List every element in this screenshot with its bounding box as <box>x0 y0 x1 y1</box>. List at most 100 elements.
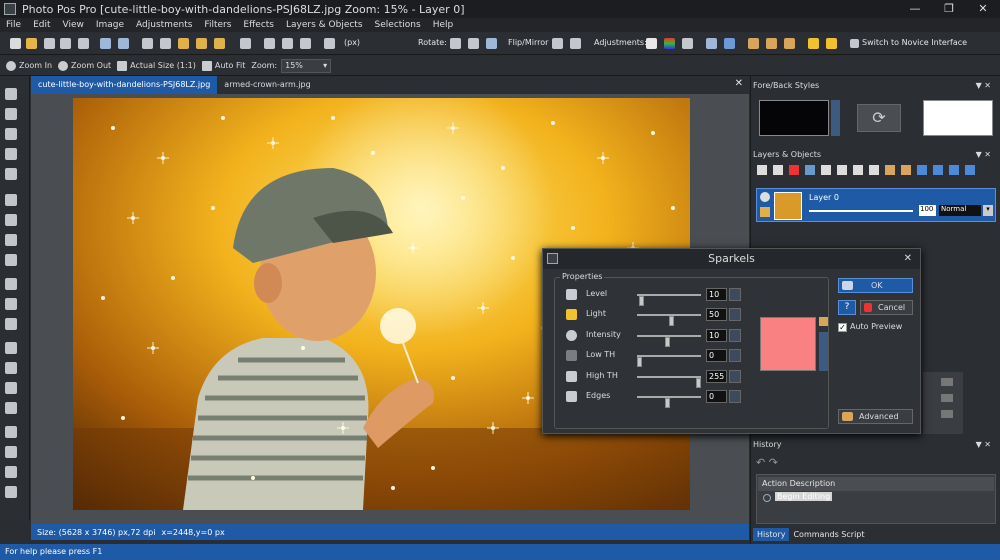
more-button[interactable] <box>941 378 953 386</box>
text-tool-icon[interactable] <box>5 278 17 290</box>
move-top-icon[interactable] <box>965 165 975 175</box>
high-th-slider[interactable] <box>637 376 701 388</box>
help-button[interactable]: ? <box>838 300 856 315</box>
move-down-icon[interactable] <box>917 165 927 175</box>
slider-thumb[interactable] <box>665 337 671 347</box>
layer-style-icon[interactable] <box>869 165 879 175</box>
menu-effects[interactable]: Effects <box>237 20 280 30</box>
star-icon[interactable] <box>808 38 819 49</box>
lasso-tool-icon[interactable] <box>5 234 17 246</box>
history-item[interactable]: Begin Editing <box>775 492 833 501</box>
photo-filter-icon[interactable] <box>784 38 795 49</box>
intensity-slider[interactable] <box>637 335 701 347</box>
menu-filters[interactable]: Filters <box>198 20 237 30</box>
eraser-tool-icon[interactable] <box>5 382 17 394</box>
novice-switch-icon[interactable] <box>850 39 859 48</box>
move-bottom-icon[interactable] <box>933 165 943 175</box>
menu-file[interactable]: File <box>0 20 27 30</box>
duplicate-layer-icon[interactable] <box>773 165 783 175</box>
level-spin-button[interactable] <box>729 288 741 301</box>
stamp-tool-icon[interactable] <box>5 426 17 438</box>
grid-icon[interactable] <box>264 38 275 49</box>
switch-novice-button[interactable]: Switch to Novice Interface <box>862 38 967 47</box>
photo-adjust-icon[interactable] <box>748 38 759 49</box>
menu-image[interactable]: Image <box>90 20 130 30</box>
shape-tool-icon[interactable] <box>5 298 17 310</box>
magic-wand-tool-icon[interactable] <box>5 214 17 226</box>
rotate-right-icon[interactable] <box>468 38 479 49</box>
pin-icon[interactable]: ▼ ✕ <box>976 78 991 94</box>
low-th-field[interactable]: 0 <box>706 349 727 362</box>
zoom-out-button[interactable]: Zoom Out <box>58 60 111 71</box>
red-eye-tool-icon[interactable] <box>5 466 17 478</box>
low-th-slider[interactable] <box>637 355 701 367</box>
move-tool-icon[interactable] <box>5 128 17 140</box>
close-tab-icon[interactable]: ✕ <box>735 78 743 89</box>
lightning-icon[interactable] <box>826 38 837 49</box>
zoom-dropdown[interactable]: 15% ▾ <box>281 58 332 73</box>
swap-colors-icon[interactable]: ⟳ <box>857 104 901 132</box>
zoom-in-button[interactable]: Zoom In <box>6 60 52 71</box>
levels-icon[interactable] <box>682 38 693 49</box>
photo-enhance-icon[interactable] <box>766 38 777 49</box>
light-slider[interactable] <box>637 314 701 326</box>
intensity-field[interactable]: 10 <box>706 329 727 342</box>
intensity-spin-button[interactable] <box>729 329 741 342</box>
high-th-spin-button[interactable] <box>729 370 741 383</box>
ruler-icon[interactable] <box>300 38 311 49</box>
actual-size-button[interactable]: Actual Size (1:1) <box>117 60 196 71</box>
high-th-field[interactable]: 255 <box>706 370 727 383</box>
opacity-field[interactable]: 100 <box>919 205 936 216</box>
unit-dropdown[interactable]: (px) <box>344 38 360 47</box>
copy-icon[interactable] <box>160 38 171 49</box>
open-folder-icon[interactable] <box>26 38 37 49</box>
brightness-drop-icon[interactable] <box>706 38 717 49</box>
edges-slider[interactable] <box>637 396 701 408</box>
slider-thumb[interactable] <box>696 378 701 388</box>
light-field[interactable]: 50 <box>706 308 727 321</box>
dialog-close-icon[interactable]: ✕ <box>904 249 912 269</box>
level-slider[interactable] <box>637 294 701 306</box>
rotate-left-icon[interactable] <box>450 38 461 49</box>
layer-group-icon[interactable] <box>885 165 895 175</box>
pointer-tool-icon[interactable] <box>5 88 17 100</box>
eyedropper-tool-icon[interactable] <box>5 402 17 414</box>
layer-copy-icon[interactable] <box>821 165 831 175</box>
paste-new-icon[interactable] <box>196 38 207 49</box>
blend-mode-dropdown[interactable]: Normal <box>939 205 981 216</box>
close-button[interactable]: ✕ <box>966 0 1000 18</box>
color-balance-icon[interactable] <box>664 38 675 49</box>
opacity-slider[interactable] <box>809 210 913 212</box>
menu-selections[interactable]: Selections <box>369 20 427 30</box>
save-icon[interactable] <box>44 38 55 49</box>
lock-icon[interactable] <box>760 207 770 217</box>
foreground-color-swatch[interactable] <box>759 100 829 136</box>
menu-view[interactable]: View <box>57 20 90 30</box>
guides-icon[interactable] <box>282 38 293 49</box>
advanced-button[interactable]: Advanced <box>838 409 913 424</box>
delete-layer-icon[interactable] <box>789 165 799 175</box>
print-icon[interactable] <box>78 38 89 49</box>
paste-icon[interactable] <box>178 38 189 49</box>
edges-spin-button[interactable] <box>729 390 741 403</box>
measure-icon[interactable] <box>324 38 335 49</box>
tab-commands-script[interactable]: Commands Script <box>789 528 868 541</box>
more-button[interactable] <box>941 394 953 402</box>
save-as-icon[interactable] <box>60 38 71 49</box>
menu-adjustments[interactable]: Adjustments <box>130 20 198 30</box>
cut-icon[interactable] <box>142 38 153 49</box>
new-layer-icon[interactable] <box>757 165 767 175</box>
straighten-tool-icon[interactable] <box>5 168 17 180</box>
history-undo-redo-icons[interactable]: ↶ ↷ <box>756 456 778 469</box>
chevron-down-icon[interactable]: ▾ <box>983 205 993 216</box>
color-picker-icon[interactable] <box>819 317 828 326</box>
layer-mask-icon[interactable] <box>853 165 863 175</box>
minimize-button[interactable]: — <box>898 0 932 18</box>
slider-thumb[interactable] <box>639 296 645 306</box>
sparkle-color-preview[interactable] <box>760 317 816 371</box>
clear-icon[interactable] <box>240 38 251 49</box>
menu-edit[interactable]: Edit <box>27 20 56 30</box>
tab-active-document[interactable]: cute-little-boy-with-dandelions-PSJ68LZ.… <box>31 76 218 94</box>
light-spin-button[interactable] <box>729 308 741 321</box>
magnifier-tool-icon[interactable] <box>5 108 17 120</box>
